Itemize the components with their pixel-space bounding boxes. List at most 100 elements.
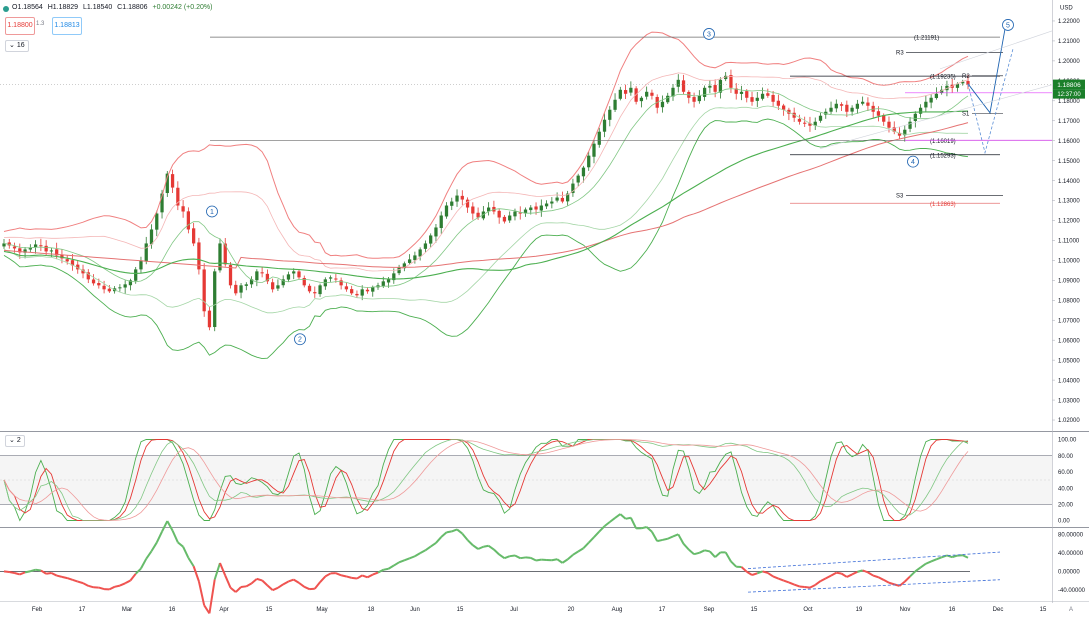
candle (455, 195, 459, 202)
x-tick-label: Sep (704, 607, 715, 613)
candle (650, 92, 654, 96)
osc-segment (240, 585, 247, 589)
main-indicators-toggle[interactable]: ⌄ 16 (5, 40, 29, 52)
candle (386, 279, 391, 283)
osc-segment (177, 541, 184, 548)
osc-segment (767, 572, 774, 578)
market-status-icon (3, 6, 9, 12)
buy-button[interactable]: 1.18813 (52, 17, 82, 35)
osc-segment (751, 572, 758, 576)
osc-segment (161, 520, 169, 533)
candle (149, 229, 154, 245)
osc-segment (577, 547, 584, 553)
osc-segment (872, 574, 879, 579)
osc-segment (936, 556, 943, 561)
candle (286, 274, 291, 280)
candle (866, 102, 870, 106)
osc-segment (50, 572, 58, 577)
candle (645, 91, 649, 97)
osc-segment (229, 586, 237, 593)
osc-segment (340, 574, 347, 578)
price-mark-label: (1.19235) (930, 75, 956, 81)
candle (444, 205, 449, 217)
x-tick-label: 15 (457, 607, 464, 613)
osc-segment (9, 571, 15, 574)
pivot-label: S1 (962, 112, 970, 118)
x-tick-label: May (316, 607, 327, 613)
candle (123, 284, 127, 288)
osc-segment (724, 551, 732, 562)
candle (639, 97, 644, 102)
osc-segment (119, 582, 126, 587)
osc-segment (709, 550, 716, 558)
osc-segment (793, 583, 800, 588)
candle (576, 175, 580, 183)
ma-long (3, 110, 969, 280)
close-value: C1.18806 (117, 4, 148, 11)
stoch-tick-label: 0.00 (1058, 519, 1070, 525)
stoch-indicator-count: 2 (16, 437, 21, 444)
candle (929, 97, 933, 103)
candle (371, 287, 375, 292)
osc-segment (614, 513, 621, 519)
wave-label: 5 (1006, 22, 1010, 29)
osc-segment (930, 558, 937, 563)
osc-segment (114, 584, 121, 588)
osc-segment (962, 554, 969, 559)
candle (623, 90, 628, 94)
osc-segment (483, 544, 489, 548)
candle (618, 89, 622, 99)
y-tick-label: 1.02000 (1058, 418, 1080, 424)
candle (339, 280, 343, 286)
candle (439, 215, 443, 229)
osc-segment (603, 521, 611, 527)
countdown-label: 12:37:00 (1057, 92, 1081, 98)
x-tick-label: 17 (79, 607, 86, 613)
price-mark-label: (1.15293) (930, 153, 956, 159)
osc-segment (598, 525, 606, 533)
sell-button[interactable]: 1.18800 (5, 17, 35, 35)
y-tick-label: 1.11000 (1058, 239, 1080, 245)
osc-segment (166, 520, 174, 532)
osc-segment (398, 559, 405, 564)
osc-tick-label: -40.00000 (1058, 588, 1086, 594)
osc-segment (14, 572, 21, 576)
osc-segment (493, 548, 500, 556)
pivot-label: R2 (962, 74, 970, 80)
candle (407, 259, 412, 263)
y-tick-label: 1.13000 (1058, 199, 1080, 205)
y-tick-label: 1.06000 (1058, 338, 1080, 344)
price-mark-label: (1.21191) (914, 36, 939, 42)
osc-segment (88, 584, 94, 589)
osc-segment (388, 564, 395, 570)
candle (497, 210, 501, 218)
osc-segment (219, 562, 227, 576)
candle (544, 203, 549, 207)
osc-segment (466, 539, 474, 546)
osc-segment (393, 561, 400, 567)
y-tick-label: 1.21000 (1058, 39, 1080, 45)
osc-segment (704, 549, 711, 553)
candle (65, 259, 69, 262)
osc-segment (150, 542, 158, 552)
osc-segment (609, 517, 616, 523)
candle (234, 284, 238, 294)
stoch-indicators-toggle[interactable]: ⌄ 2 (5, 435, 25, 447)
osc-segment (335, 572, 342, 577)
candle (560, 197, 565, 202)
osc-segment (629, 517, 638, 529)
candle (934, 93, 939, 99)
candle (513, 211, 517, 217)
osc-segment (266, 584, 274, 591)
osc-segment (662, 537, 668, 541)
chart-stage[interactable]: 1.220001.210001.200001.190001.180001.170… (0, 0, 1089, 625)
candle (328, 277, 333, 279)
osc-segment (66, 577, 73, 581)
osc-segment (24, 570, 31, 574)
candle (918, 107, 923, 114)
osc-segment (740, 566, 748, 573)
osc-segment (314, 581, 321, 590)
candle (144, 243, 148, 262)
price-chart[interactable]: 1.220001.210001.200001.190001.180001.170… (0, 0, 1089, 625)
candle (913, 113, 917, 122)
